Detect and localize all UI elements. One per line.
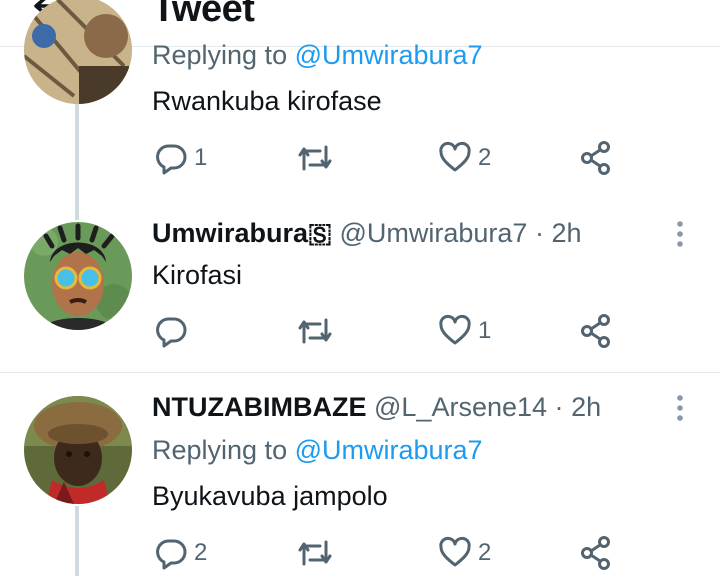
- reply-button[interactable]: 2: [154, 533, 207, 573]
- timestamp[interactable]: 2h: [571, 392, 601, 422]
- replying-to: Replying to @Umwirabura7: [152, 40, 483, 71]
- retweet-icon: [296, 141, 334, 175]
- mention-link[interactable]: @Umwirabura7: [295, 40, 483, 70]
- tweet-divider: [0, 372, 720, 373]
- tweet-actions: 1: [152, 311, 632, 351]
- reply-button[interactable]: 1: [154, 138, 207, 178]
- reply-count: 2: [194, 539, 208, 566]
- reply-icon: [154, 141, 188, 175]
- retweet-button[interactable]: [296, 533, 340, 573]
- like-count: 2: [478, 144, 492, 171]
- tweet-actions: 2 2: [152, 533, 632, 573]
- like-button[interactable]: 2: [438, 138, 491, 178]
- tweet-text: Rwankuba kirofase: [152, 86, 382, 116]
- share-icon: [580, 141, 612, 175]
- separator: ·: [554, 392, 564, 422]
- share-icon: [580, 314, 612, 348]
- user-handle[interactable]: @Umwirabura7: [339, 218, 527, 248]
- like-button[interactable]: 1: [438, 311, 491, 351]
- more-options-icon[interactable]: [674, 394, 686, 429]
- separator: ·: [534, 218, 544, 248]
- replying-to-label: Replying to: [152, 435, 288, 465]
- heart-icon: [438, 314, 472, 348]
- tweet-actions: 1 2: [152, 138, 632, 178]
- share-button[interactable]: [580, 311, 612, 351]
- tweet-text: Byukavuba jampolo: [152, 481, 388, 511]
- replying-to-label: Replying to: [152, 40, 288, 70]
- tweet-header: NTUZABIMBAZE @L_Arsene14 · 2h: [152, 392, 601, 423]
- heart-icon: [438, 141, 472, 175]
- reply-button[interactable]: [154, 311, 194, 351]
- retweet-icon: [296, 314, 334, 348]
- timestamp[interactable]: 2h: [551, 218, 581, 248]
- share-icon: [580, 536, 612, 570]
- avatar[interactable]: [24, 222, 132, 330]
- like-count: 1: [478, 317, 492, 344]
- thread-connector: [75, 506, 79, 576]
- reply-icon: [154, 314, 188, 348]
- retweet-button[interactable]: [296, 311, 340, 351]
- reply-icon: [154, 536, 188, 570]
- share-button[interactable]: [580, 533, 612, 573]
- mention-link[interactable]: @Umwirabura7: [295, 435, 483, 465]
- avatar[interactable]: [24, 396, 132, 504]
- thread-connector: [75, 104, 79, 220]
- like-button[interactable]: 2: [438, 533, 491, 573]
- page-title: Tweet: [152, 0, 255, 30]
- retweet-button[interactable]: [296, 138, 340, 178]
- retweet-icon: [296, 536, 334, 570]
- display-name[interactable]: NTUZABIMBAZE: [152, 392, 366, 422]
- tweet-header: Umwirabura🇸 @Umwirabura7 · 2h: [152, 218, 582, 250]
- like-count: 2: [478, 539, 492, 566]
- heart-icon: [438, 536, 472, 570]
- user-handle[interactable]: @L_Arsene14: [374, 392, 547, 422]
- replying-to: Replying to @Umwirabura7: [152, 435, 483, 466]
- tweet-text: Kirofasi: [152, 260, 243, 290]
- display-name[interactable]: Umwirabura🇸: [152, 218, 332, 248]
- avatar[interactable]: [24, 0, 132, 104]
- more-options-icon[interactable]: [674, 220, 686, 255]
- share-button[interactable]: [580, 138, 612, 178]
- reply-count: 1: [194, 144, 208, 171]
